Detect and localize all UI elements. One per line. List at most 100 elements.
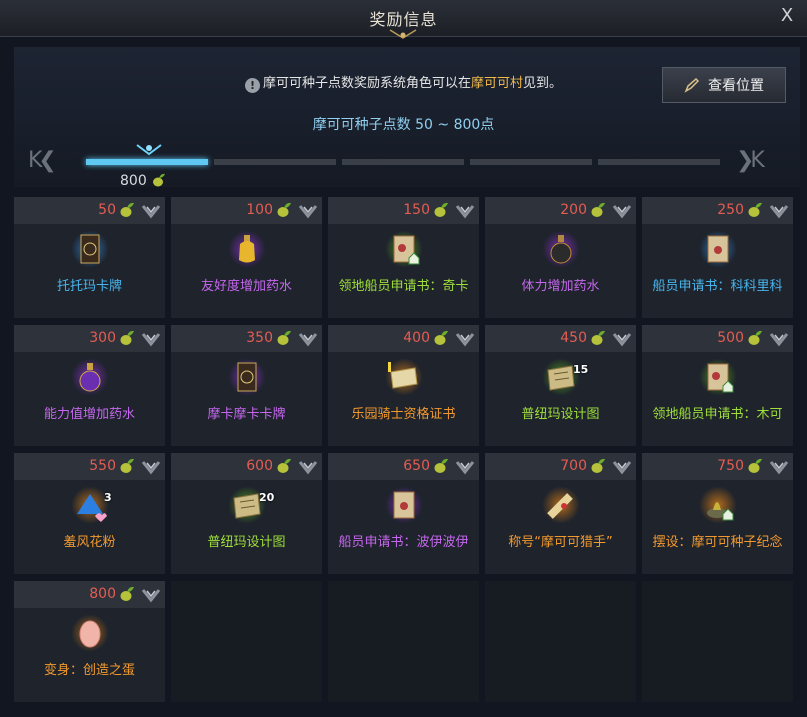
reward-header: 50 [14, 197, 165, 224]
seed-icon [118, 201, 136, 219]
claimed-check-icon [768, 456, 790, 478]
seed-icon [275, 329, 293, 347]
reward-card[interactable]: 450 15 普纽玛设计图 [485, 325, 636, 446]
reward-points: 350 [246, 330, 273, 346]
seed-icon [589, 329, 607, 347]
reward-card[interactable]: 100 友好度增加药水 [171, 197, 322, 318]
seed-icon [118, 457, 136, 475]
reward-points: 100 [246, 202, 273, 218]
reward-name: 船员申请书：科科里科 [652, 279, 783, 294]
reward-header: 800 [14, 581, 165, 608]
info-prefix: 摩可可种子点数奖励系统角色可以在 [262, 76, 471, 91]
reward-name: 称号“摩可可猎手” [508, 535, 613, 550]
card-icon[interactable] [228, 358, 266, 396]
empty-slot [328, 581, 479, 702]
seed-icon [746, 201, 764, 219]
progress-segment-5[interactable] [598, 159, 720, 165]
reward-card[interactable]: 250 船员申请书：科科里科 [642, 197, 793, 318]
close-button[interactable]: X [777, 6, 797, 26]
claimed-check-icon [454, 328, 476, 350]
reward-header: 200 [485, 197, 636, 224]
reward-points: 450 [560, 330, 587, 346]
progress-segment-3[interactable] [342, 159, 464, 165]
claimed-check-icon [454, 456, 476, 478]
reward-card[interactable]: 400 乐园骑士资格证书 [328, 325, 479, 446]
title-bar: 奖励信息 X [0, 0, 807, 39]
claimed-check-icon [454, 200, 476, 222]
info-place: 摩可可村 [470, 76, 523, 91]
first-page-button[interactable]: K❮ [28, 148, 57, 173]
last-page-button[interactable]: ❯K [736, 148, 765, 173]
reward-points: 250 [717, 202, 744, 218]
reward-card[interactable]: 150 领地船员申请书：奇卡 [328, 197, 479, 318]
scroll-house-icon[interactable] [385, 230, 423, 268]
view-location-button[interactable]: 查看位置 [662, 67, 786, 103]
reward-card[interactable]: 650 船员申请书：波伊波伊 [328, 453, 479, 574]
reward-header: 650 [328, 453, 479, 480]
claimed-check-icon [140, 328, 162, 350]
scroll-icon[interactable] [699, 230, 737, 268]
reward-header: 150 [328, 197, 479, 224]
view-location-label: 查看位置 [708, 78, 764, 94]
item-count: 20 [259, 491, 275, 504]
reward-card[interactable]: 350 摩卡摩卡卡牌 [171, 325, 322, 446]
seed-icon [589, 201, 607, 219]
potion-dark-icon[interactable] [542, 230, 580, 268]
reward-card[interactable]: 500 领地船员申请书：木可 [642, 325, 793, 446]
seed-icon [275, 457, 293, 475]
reward-name: 普纽玛设计图 [207, 535, 286, 550]
reward-card[interactable]: 700 称号“摩可可猎手” [485, 453, 636, 574]
card-icon[interactable] [71, 230, 109, 268]
reward-points: 550 [89, 458, 116, 474]
reward-header: 700 [485, 453, 636, 480]
potion-purple-icon[interactable] [71, 358, 109, 396]
seed-icon [746, 457, 764, 475]
reward-card[interactable]: 600 20 普纽玛设计图 [171, 453, 322, 574]
reward-name: 领地船员申请书：奇卡 [338, 279, 469, 294]
claimed-check-icon [140, 200, 162, 222]
certificate-icon[interactable] [385, 358, 423, 396]
pen-icon [684, 77, 700, 93]
progress-segment-2[interactable] [214, 159, 336, 165]
reward-card[interactable]: 50 托托玛卡牌 [14, 197, 165, 318]
title-scroll-icon[interactable] [542, 486, 580, 524]
seed-icon [432, 329, 450, 347]
empty-slot [171, 581, 322, 702]
reward-name: 友好度增加药水 [200, 279, 292, 294]
seed-icon [118, 329, 136, 347]
reward-name: 乐园骑士资格证书 [351, 407, 456, 422]
progress-segment-4[interactable] [470, 159, 592, 165]
seed-icon [275, 201, 293, 219]
seed-icon [432, 457, 450, 475]
egg-icon[interactable] [71, 614, 109, 652]
range-text: 摩可可种子点数 50 ~ 800点 [312, 117, 495, 133]
reward-name: 摆设：摩可可种子纪念 [652, 535, 783, 550]
empty-slot [642, 581, 793, 702]
reward-card[interactable]: 750 摆设：摩可可种子纪念 [642, 453, 793, 574]
claimed-check-icon [611, 200, 633, 222]
reward-header: 300 [14, 325, 165, 352]
reward-points: 50 [98, 202, 116, 218]
current-points-value: 800 [120, 173, 147, 189]
seed-icon [432, 201, 450, 219]
scroll-house-icon[interactable] [699, 358, 737, 396]
reward-points: 750 [717, 458, 744, 474]
reward-card[interactable]: 800 变身：创造之蛋 [14, 581, 165, 702]
reward-name: 托托玛卡牌 [56, 279, 122, 294]
info-suffix: 见到。 [523, 76, 563, 91]
current-marker-icon [136, 144, 162, 156]
reward-name: 船员申请书：波伊波伊 [338, 535, 469, 550]
reward-card[interactable]: 550 3 羞风花粉 [14, 453, 165, 574]
scroll-icon[interactable] [385, 486, 423, 524]
reward-header: 450 [485, 325, 636, 352]
statue-icon[interactable] [699, 486, 737, 524]
progress-segment-1[interactable] [86, 159, 208, 165]
info-icon: ! [244, 78, 260, 93]
claimed-check-icon [611, 456, 633, 478]
claimed-check-icon [140, 584, 162, 606]
potion-icon[interactable] [228, 230, 266, 268]
reward-card[interactable]: 300 能力值增加药水 [14, 325, 165, 446]
reward-card[interactable]: 200 体力增加药水 [485, 197, 636, 318]
empty-slot [485, 581, 636, 702]
reward-name: 领地船员申请书：木可 [652, 407, 783, 422]
